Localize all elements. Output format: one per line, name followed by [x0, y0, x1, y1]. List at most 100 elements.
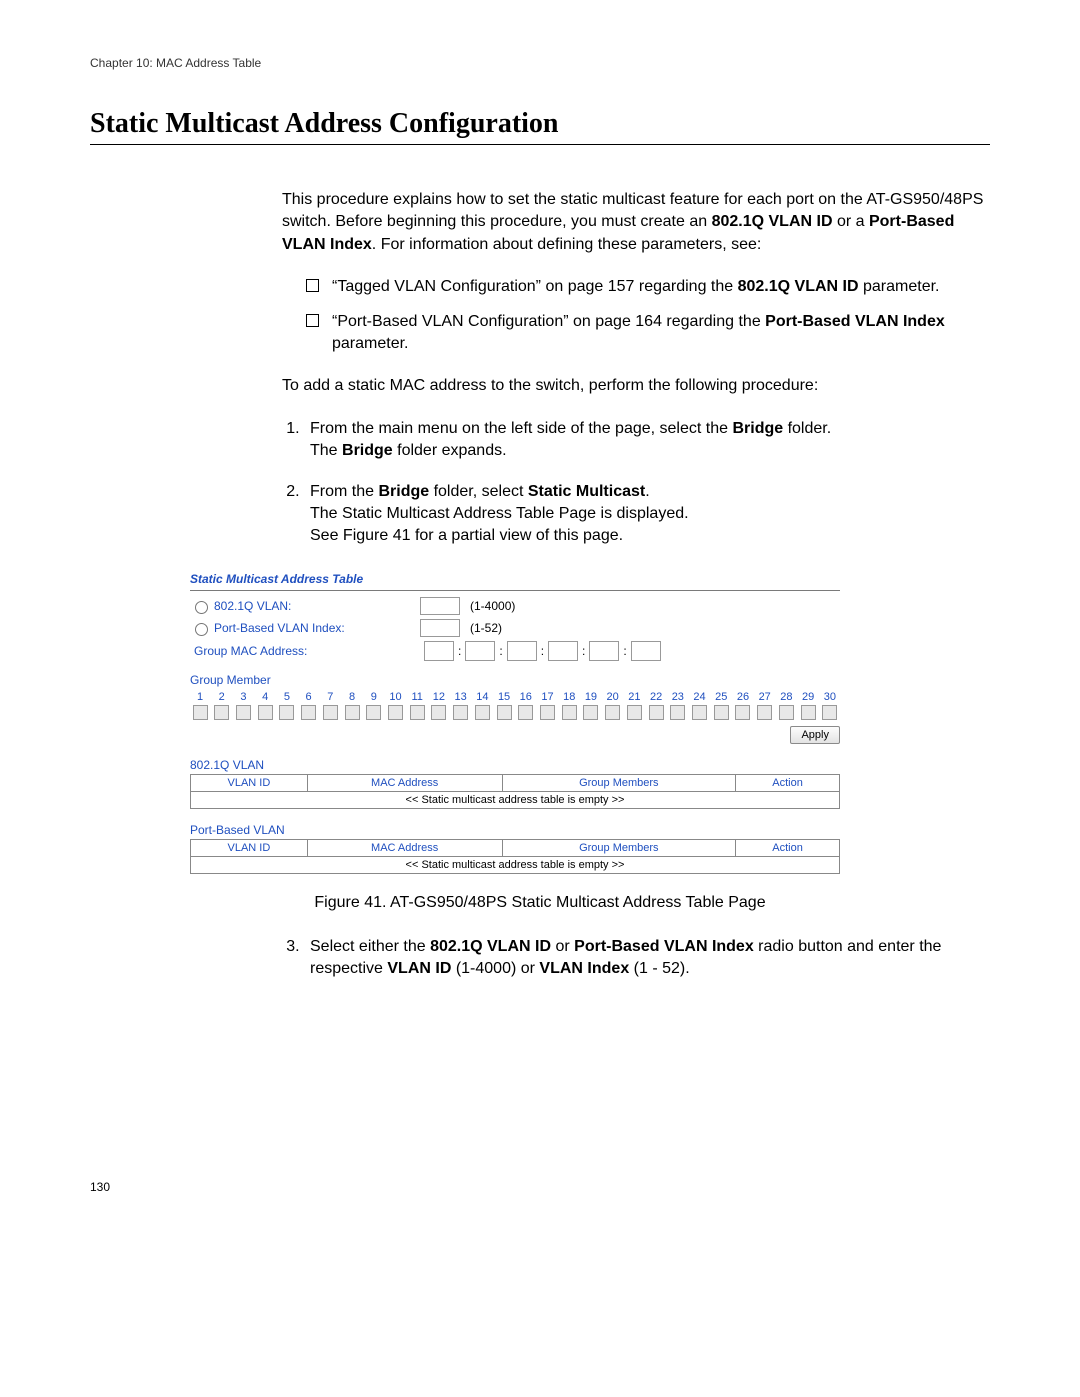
vlan-index-input[interactable] [420, 619, 460, 637]
vlan-id-input[interactable] [420, 597, 460, 615]
port-checkbox[interactable] [649, 705, 664, 720]
port-checkbox[interactable] [757, 705, 772, 720]
port-number: 4 [255, 691, 275, 703]
text: From the main menu on the left side of t… [310, 420, 732, 437]
port-checkbox[interactable] [518, 705, 533, 720]
port-17: 17 [538, 691, 558, 720]
port-14: 14 [472, 691, 492, 720]
mac-octet-6[interactable] [631, 641, 661, 661]
text: From the [310, 483, 378, 500]
port-checkbox[interactable] [366, 705, 381, 720]
port-12: 12 [429, 691, 449, 720]
bold-text: Bridge [732, 420, 783, 437]
port-checkbox[interactable] [583, 705, 598, 720]
colon-separator: : [582, 644, 585, 658]
port-number: 15 [494, 691, 514, 703]
th-action: Action [736, 839, 840, 856]
port-checkbox[interactable] [475, 705, 490, 720]
text: (1 - 52). [629, 960, 689, 977]
port-checkbox[interactable] [779, 705, 794, 720]
port-checkbox[interactable] [735, 705, 750, 720]
mac-octet-1[interactable] [424, 641, 454, 661]
section-8021q-vlan: 802.1Q VLAN [190, 758, 840, 772]
port-28: 28 [776, 691, 796, 720]
text: parameter. [332, 335, 408, 352]
port-number: 25 [711, 691, 731, 703]
port-10: 10 [385, 691, 405, 720]
text: . For information about defining these p… [372, 236, 762, 253]
port-checkbox[interactable] [801, 705, 816, 720]
port-number: 16 [516, 691, 536, 703]
port-20: 20 [603, 691, 623, 720]
port-checkbox[interactable] [540, 705, 555, 720]
page-number: 130 [90, 1180, 990, 1194]
port-number: 21 [624, 691, 644, 703]
port-checkbox[interactable] [410, 705, 425, 720]
port-checkbox[interactable] [236, 705, 251, 720]
chapter-header: Chapter 10: MAC Address Table [90, 56, 990, 70]
port-number: 6 [299, 691, 319, 703]
port-checkbox[interactable] [692, 705, 707, 720]
port-checkbox[interactable] [279, 705, 294, 720]
port-number: 13 [451, 691, 471, 703]
mac-octet-3[interactable] [507, 641, 537, 661]
port-checkbox[interactable] [214, 705, 229, 720]
bold-text: VLAN Index [539, 960, 629, 977]
colon-separator: : [499, 644, 502, 658]
port-checkbox[interactable] [431, 705, 446, 720]
port-checkbox[interactable] [670, 705, 685, 720]
intro-paragraph: This procedure explains how to set the s… [282, 189, 990, 256]
radio-8021q-vlan[interactable] [195, 601, 208, 614]
title-rule [90, 144, 990, 145]
port-checkbox[interactable] [453, 705, 468, 720]
port-checkbox[interactable] [562, 705, 577, 720]
port-checkbox[interactable] [497, 705, 512, 720]
port-checkbox[interactable] [301, 705, 316, 720]
range-hint: (1-4000) [470, 599, 515, 613]
port-checkbox[interactable] [822, 705, 837, 720]
port-25: 25 [711, 691, 731, 720]
text: parameter. [859, 278, 940, 295]
port-3: 3 [233, 691, 253, 720]
port-number: 7 [320, 691, 340, 703]
port-checkbox[interactable] [258, 705, 273, 720]
port-22: 22 [646, 691, 666, 720]
port-number: 20 [603, 691, 623, 703]
port-21: 21 [624, 691, 644, 720]
port-checkbox[interactable] [345, 705, 360, 720]
port-number: 9 [364, 691, 384, 703]
text: Select either the [310, 938, 430, 955]
group-member-label: Group Member [190, 673, 840, 687]
text: folder, select [429, 483, 528, 500]
port-checkbox[interactable] [605, 705, 620, 720]
empty-row: << Static multicast address table is emp… [191, 791, 840, 808]
port-5: 5 [277, 691, 297, 720]
port-27: 27 [755, 691, 775, 720]
text: See Figure 41 for a partial view of this… [310, 527, 623, 544]
section-port-based-vlan: Port-Based VLAN [190, 823, 840, 837]
apply-button[interactable]: Apply [790, 726, 840, 744]
th-action: Action [736, 774, 840, 791]
step-3: Select either the 802.1Q VLAN ID or Port… [304, 936, 990, 981]
bold-text: Bridge [378, 483, 429, 500]
colon-separator: : [458, 644, 461, 658]
port-checkbox[interactable] [323, 705, 338, 720]
port-checkbox[interactable] [193, 705, 208, 720]
port-29: 29 [798, 691, 818, 720]
mac-octet-2[interactable] [465, 641, 495, 661]
text: (1-4000) or [451, 960, 539, 977]
mac-octet-5[interactable] [589, 641, 619, 661]
text: folder. [783, 420, 831, 437]
port-number: 12 [429, 691, 449, 703]
bold-text: Port-Based VLAN Index [574, 938, 754, 955]
port-checkbox[interactable] [388, 705, 403, 720]
radio-port-based-vlan[interactable] [195, 623, 208, 636]
port-13: 13 [451, 691, 471, 720]
port-checkbox[interactable] [714, 705, 729, 720]
bold-text: Port-Based VLAN Index [765, 313, 945, 330]
port-checkbox[interactable] [627, 705, 642, 720]
bold-text: 802.1Q VLAN ID [738, 278, 859, 295]
mac-octet-4[interactable] [548, 641, 578, 661]
th-vlan-id: VLAN ID [191, 839, 308, 856]
port-24: 24 [690, 691, 710, 720]
